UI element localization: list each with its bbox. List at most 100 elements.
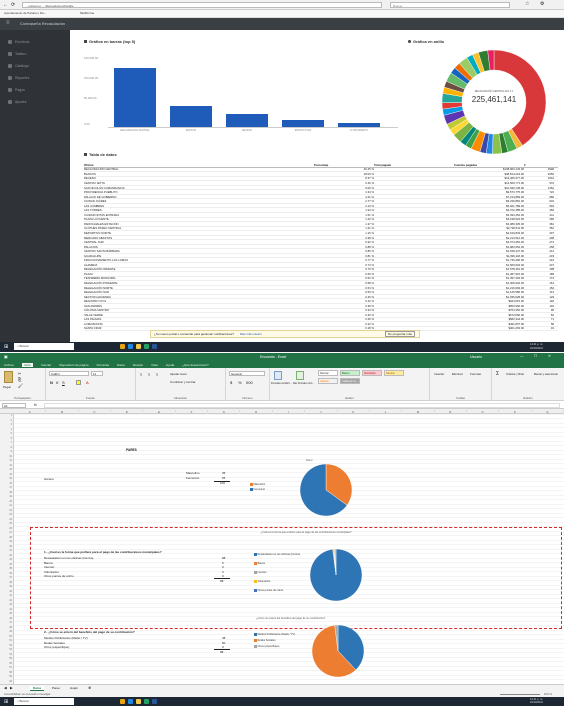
excel-icon[interactable] — [144, 344, 149, 349]
merge-center-button[interactable]: Combinar y centrar — [170, 380, 196, 384]
ribbon-tab[interactable]: Datos — [117, 363, 125, 367]
sheet-tab[interactable]: Pareo — [52, 686, 60, 690]
taskbar-search[interactable]: ⌕ Buscar — [14, 698, 74, 705]
sidebar-item-reportes[interactable]: Reportes — [0, 72, 70, 84]
row-header[interactable]: 42 — [0, 599, 13, 602]
style-normal[interactable]: Normal — [318, 370, 338, 376]
format-table-icon[interactable] — [296, 371, 304, 380]
autosum-icon[interactable]: Σ — [496, 371, 499, 377]
back-icon[interactable]: ← — [3, 2, 8, 8]
folder-icon[interactable] — [136, 699, 141, 704]
row-header[interactable]: 41 — [0, 594, 13, 597]
row-header[interactable]: 50 — [0, 635, 13, 638]
row-header[interactable]: 12 — [0, 464, 13, 467]
row-header[interactable]: 29 — [0, 540, 13, 543]
address-bar[interactable]: ....gobierno/...../Recaudacion/Detalle — [22, 2, 382, 8]
row-header[interactable]: 23 — [0, 513, 13, 516]
row-header[interactable]: 22 — [0, 509, 13, 512]
excel-icon[interactable] — [144, 699, 149, 704]
row-header[interactable]: 43 — [0, 603, 13, 606]
row-header[interactable]: 59 — [0, 675, 13, 678]
row-header[interactable]: 13 — [0, 468, 13, 471]
row-header[interactable]: 5 — [0, 432, 13, 435]
font-color-icon[interactable]: A — [86, 380, 89, 385]
row-header[interactable]: 53 — [0, 648, 13, 651]
sidebar-item-ajustes[interactable]: Ajustes — [0, 96, 70, 108]
browser-tab[interactable]: Ayuntamiento de Paraiso | Da... — [4, 11, 74, 15]
sheet-tab[interactable]: Hoja1 — [70, 686, 78, 690]
row-header[interactable]: 28 — [0, 536, 13, 539]
row-header[interactable]: 19 — [0, 495, 13, 498]
sidebar-item-catalogo[interactable]: Catálogo — [0, 60, 70, 72]
font-size-select[interactable]: 11 — [91, 371, 103, 376]
row-header[interactable]: 17 — [0, 486, 13, 489]
italic-icon[interactable]: K — [56, 380, 59, 385]
browser-tab[interactable]: Multiforma — [80, 11, 120, 15]
row-header[interactable]: 11 — [0, 459, 13, 462]
row-header[interactable]: 1 — [0, 414, 13, 417]
row-header[interactable]: 58 — [0, 671, 13, 674]
row-header[interactable]: 9 — [0, 450, 13, 453]
row-header[interactable]: 34 — [0, 563, 13, 566]
sort-filter-button[interactable]: Ordenar y filtrar — [506, 373, 532, 376]
row-header[interactable]: 20 — [0, 500, 13, 503]
zoom-level[interactable]: 100 % — [544, 692, 552, 696]
align-right-icon[interactable]: ≡ — [156, 372, 158, 377]
edge-icon[interactable] — [128, 699, 133, 704]
add-sheet-icon[interactable]: ⊕ — [88, 685, 91, 690]
row-header[interactable]: 4 — [0, 428, 13, 431]
sidebar-item-tablero[interactable]: Tablero — [0, 48, 70, 60]
row-header[interactable]: 24 — [0, 518, 13, 521]
ribbon-tab[interactable]: Insertar — [41, 363, 51, 367]
word-icon[interactable] — [152, 344, 157, 349]
row-header[interactable]: 44 — [0, 608, 13, 611]
bar-4[interactable] — [282, 120, 324, 127]
row-header[interactable]: 15 — [0, 477, 13, 480]
close-icon[interactable]: ✕ — [548, 354, 551, 358]
row-header[interactable]: 49 — [0, 630, 13, 633]
percent-icon[interactable]: % — [238, 380, 242, 385]
zoom-slider[interactable] — [500, 693, 540, 695]
row-header[interactable]: 51 — [0, 639, 13, 642]
conditional-format-icon[interactable] — [274, 371, 282, 380]
thousands-icon[interactable]: 000 — [246, 380, 253, 385]
taskbar-search[interactable]: ⌕ Buscar — [14, 343, 74, 350]
sidebar-item-pagos[interactable]: Pagos — [0, 84, 70, 96]
format-cells-button[interactable]: Formato — [470, 372, 481, 376]
row-header[interactable]: 14 — [0, 473, 13, 476]
row-header[interactable]: 16 — [0, 482, 13, 485]
ribbon-tab[interactable]: Ayuda — [166, 363, 174, 367]
windows-start-icon[interactable]: ⊞ — [4, 699, 8, 705]
row-header[interactable]: 37 — [0, 576, 13, 579]
row-header[interactable]: 35 — [0, 567, 13, 570]
row-header[interactable]: 57 — [0, 666, 13, 669]
ribbon-tab[interactable]: Vista — [151, 363, 158, 367]
row-header[interactable]: 8 — [0, 446, 13, 449]
paste-button[interactable]: Pegar — [3, 385, 11, 389]
number-format-select[interactable]: General — [229, 371, 265, 376]
menu-icon[interactable]: ≡ — [6, 20, 10, 26]
row-header[interactable]: 26 — [0, 527, 13, 530]
row-header[interactable]: 39 — [0, 585, 13, 588]
copy-icon[interactable]: ⎘ — [18, 377, 21, 382]
currency-icon[interactable]: $ — [230, 380, 232, 385]
sidebar-item-escritorio[interactable]: Escritorio — [0, 36, 70, 48]
chrome-icon[interactable] — [120, 699, 125, 704]
name-box[interactable]: A1 — [2, 402, 26, 408]
notification-dismiss-button[interactable]: No preguntar más — [384, 331, 415, 337]
column-header[interactable]: Cuentas pagadas — [454, 163, 524, 167]
tab-scroll-right-icon[interactable]: ▶ — [10, 686, 13, 690]
column-header[interactable]: # — [524, 163, 554, 167]
row-header[interactable]: 32 — [0, 554, 13, 557]
user-name[interactable]: Usuario — [470, 355, 482, 359]
row-header[interactable]: 36 — [0, 572, 13, 575]
style-calculation[interactable]: Cálculo — [318, 378, 338, 384]
delete-cells-button[interactable]: Eliminar — [452, 372, 463, 376]
browser-search-input[interactable]: Buscar — [390, 2, 510, 8]
row-header[interactable]: 31 — [0, 549, 13, 552]
row-header[interactable]: 54 — [0, 653, 13, 656]
format-painter-icon[interactable]: 🖌 — [18, 383, 23, 388]
bar-5[interactable] — [338, 123, 380, 127]
insert-cells-button[interactable]: Insertar — [434, 372, 444, 376]
row-header[interactable]: 55 — [0, 657, 13, 660]
